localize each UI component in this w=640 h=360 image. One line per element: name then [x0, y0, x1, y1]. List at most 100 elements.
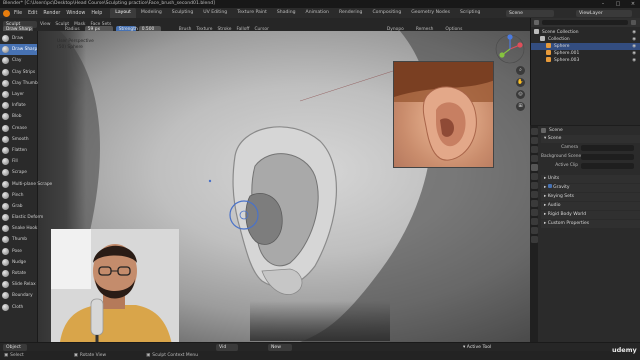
outliner-item[interactable]: Collection ◉	[531, 36, 640, 43]
view-layer-selector[interactable]: ViewLayer	[576, 9, 632, 17]
tool-clay-strips[interactable]: Clay Strips	[0, 67, 37, 78]
section-units[interactable]: ▸ Units	[541, 175, 640, 183]
tool-draw[interactable]: Draw	[0, 33, 37, 44]
outliner-item[interactable]: Scene Collection ◉	[531, 29, 640, 36]
visibility-eye-icon[interactable]: ◉	[632, 29, 636, 36]
view-layer-tab-icon[interactable]	[530, 155, 538, 162]
filter-icon[interactable]	[631, 20, 636, 25]
new-button[interactable]: New	[268, 344, 292, 351]
tool-layer[interactable]: Layer	[0, 89, 37, 100]
modifier-tab-icon[interactable]	[530, 191, 538, 198]
tool-pinch[interactable]: Pinch	[0, 190, 37, 201]
camera-field[interactable]: Camera	[541, 144, 640, 151]
menu-file[interactable]: File	[14, 11, 22, 16]
reference-image[interactable]	[393, 61, 494, 168]
tool-nudge[interactable]: Nudge	[0, 257, 37, 268]
tool-slide-relax[interactable]: Slide Relax	[0, 279, 37, 290]
maximize-icon[interactable]: □	[611, 0, 625, 8]
menu-window[interactable]: Window	[66, 11, 85, 16]
tool-multi-plane-scrape[interactable]: Multi-plane Scrape	[0, 178, 52, 189]
tab-rendering[interactable]: Rendering	[334, 8, 367, 18]
tool-elastic-deform[interactable]: Elastic Deform	[0, 212, 43, 223]
tab-layout[interactable]: Layout	[110, 8, 136, 18]
view-dropdown[interactable]: Vid	[216, 344, 238, 351]
editor-type-icon[interactable]	[534, 20, 539, 25]
tab-shading[interactable]: Shading	[272, 8, 301, 18]
active-tool-panel[interactable]: ▾ Active Tool	[460, 344, 496, 351]
minimize-icon[interactable]: –	[596, 0, 610, 8]
tool-draw-sharp[interactable]: Draw Sharp	[0, 44, 37, 56]
constraints-tab-icon[interactable]	[530, 218, 538, 225]
tool-clay-thumb[interactable]: Clay Thumb	[0, 78, 38, 89]
outliner-item[interactable]: Sphere ◉	[531, 43, 640, 50]
object-text: (50) Sphere	[57, 45, 83, 50]
tool-crease[interactable]: Crease	[0, 123, 37, 134]
tab-scripting[interactable]: Scripting	[455, 8, 485, 18]
tool-rotate[interactable]: Rotate	[0, 268, 37, 279]
tool-boundary[interactable]: Boundary	[0, 290, 37, 301]
menu-help[interactable]: Help	[91, 11, 102, 16]
tab-sculpting[interactable]: Sculpting	[167, 8, 198, 18]
tool-tab-icon[interactable]	[530, 128, 538, 135]
section-custom-properties[interactable]: ▸ Custom Properties	[541, 220, 640, 228]
visibility-eye-icon[interactable]: ◉	[632, 43, 636, 50]
object-menu[interactable]: Object	[3, 343, 27, 351]
scene-selector[interactable]: Scene	[506, 9, 554, 17]
output-tab-icon[interactable]	[530, 146, 538, 153]
pan-icon[interactable]: ✋	[516, 78, 525, 87]
section-keying-sets[interactable]: ▸ Keying Sets	[541, 193, 640, 201]
menu-edit[interactable]: Edit	[28, 11, 37, 16]
tab-geometry-nodes[interactable]: Geometry Nodes	[406, 8, 455, 18]
object-tab-icon[interactable]	[530, 182, 538, 189]
tool-thumb[interactable]: Thumb	[0, 234, 37, 245]
material-tab-icon[interactable]	[530, 236, 538, 243]
render-tab-icon[interactable]	[530, 137, 538, 144]
world-tab-icon[interactable]	[530, 173, 538, 180]
tool-grab[interactable]: Grab	[0, 201, 37, 212]
background-scene-value[interactable]	[581, 153, 634, 160]
data-tab-icon[interactable]	[530, 227, 538, 234]
view-layer-name[interactable]: ViewLayer	[576, 9, 632, 17]
menu-render[interactable]: Render	[43, 11, 60, 16]
tab-modeling[interactable]: Modeling	[136, 8, 167, 18]
scene-name[interactable]: Scene	[506, 9, 554, 17]
grid-icon[interactable]: ⊞	[516, 102, 525, 111]
section-audio[interactable]: ▸ Audio	[541, 202, 640, 210]
outliner-search[interactable]	[542, 20, 628, 25]
active-clip-field[interactable]: Active Clip	[541, 162, 640, 169]
scene-tab-icon[interactable]	[530, 164, 538, 171]
camera-icon[interactable]: ◎	[516, 90, 525, 99]
outliner-item[interactable]: Sphere.001 ◉	[531, 50, 640, 57]
tool-smooth[interactable]: Smooth	[0, 134, 37, 145]
visibility-eye-icon[interactable]: ◉	[632, 36, 636, 43]
blender-logo-icon[interactable]	[3, 9, 10, 17]
tool-flatten[interactable]: Flatten	[0, 145, 37, 156]
outliner-item[interactable]: Sphere.003 ◉	[531, 57, 640, 64]
tool-pose[interactable]: Pose	[0, 246, 37, 257]
tool-clay[interactable]: Clay	[0, 55, 37, 66]
navigation-gizmo[interactable]	[494, 33, 526, 65]
tool-blob[interactable]: Blob	[0, 111, 37, 122]
active-clip-value[interactable]	[581, 162, 634, 169]
tool-label: Thumb	[12, 237, 27, 243]
section-rigid-body-world[interactable]: ▸ Rigid Body World	[541, 211, 640, 219]
close-icon[interactable]: ×	[626, 0, 640, 8]
tool-scrape[interactable]: Scrape	[0, 167, 37, 178]
tab-uv-editing[interactable]: UV Editing	[198, 8, 232, 18]
tool-cloth[interactable]: Cloth	[0, 302, 37, 313]
physics-tab-icon[interactable]	[530, 209, 538, 216]
camera-value[interactable]	[581, 144, 634, 151]
tool-inflate[interactable]: Inflate	[0, 100, 37, 111]
visibility-eye-icon[interactable]: ◉	[632, 50, 636, 57]
particles-tab-icon[interactable]	[530, 200, 538, 207]
section-gravity[interactable]: ▸ Gravity	[541, 184, 640, 192]
section-scene[interactable]: ▾ Scene	[541, 135, 640, 143]
tab-animation[interactable]: Animation	[301, 8, 334, 18]
tool-snake-hook[interactable]: Snake Hook	[0, 223, 37, 234]
background-scene-field[interactable]: Background Scene	[541, 153, 640, 160]
visibility-eye-icon[interactable]: ◉	[632, 57, 636, 64]
tool-fill[interactable]: Fill	[0, 156, 37, 167]
tab-compositing[interactable]: Compositing	[367, 8, 406, 18]
zoom-icon[interactable]: ⌕	[516, 66, 525, 75]
tab-texture-paint[interactable]: Texture Paint	[232, 8, 272, 18]
